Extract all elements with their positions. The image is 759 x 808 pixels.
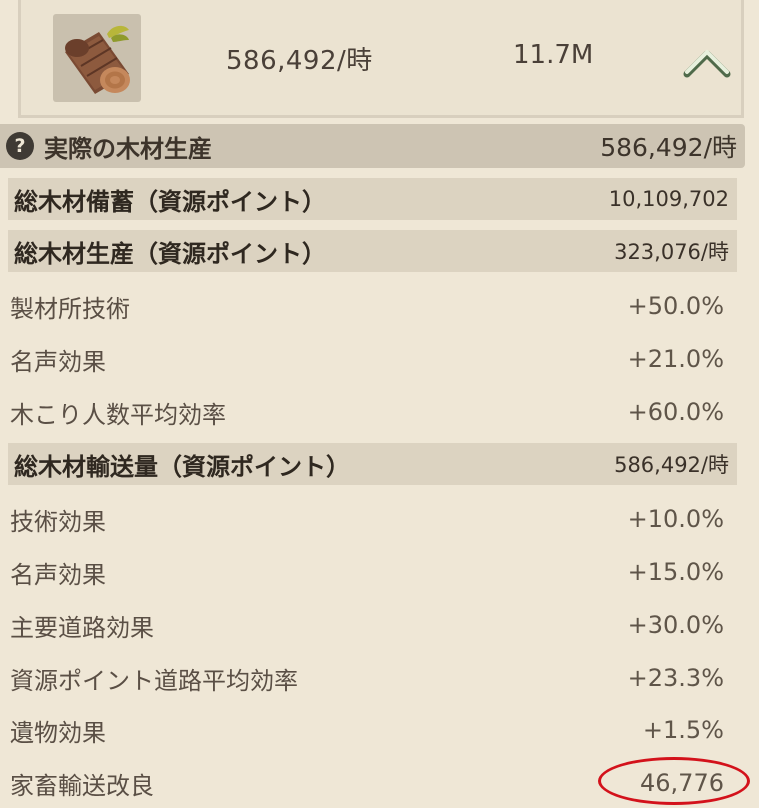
row-label: 総木材備蓄（資源ポイント） bbox=[14, 187, 326, 216]
row-value: 10,109,702 bbox=[608, 187, 729, 211]
row-label: 技術効果 bbox=[10, 507, 106, 536]
row-value: +1.5% bbox=[642, 716, 724, 744]
row-label: 主要道路効果 bbox=[10, 613, 154, 642]
list-item: 木こり人数平均効率 +60.0% bbox=[0, 389, 759, 435]
list-item: 家畜輸送改良 46,776 bbox=[0, 760, 759, 806]
production-rate: 586,492/時 bbox=[226, 46, 373, 76]
list-item: 主要道路効果 +30.0% bbox=[0, 602, 759, 648]
section-row-production: 総木材生産（資源ポイント） 323,076/時 bbox=[8, 230, 737, 272]
resource-header: 586,492/時 11.7M bbox=[18, 0, 744, 118]
row-label: 遺物効果 bbox=[10, 718, 106, 747]
row-label: 名声効果 bbox=[10, 560, 106, 589]
row-label: 総木材生産（資源ポイント） bbox=[14, 239, 326, 268]
row-value: +50.0% bbox=[627, 292, 724, 320]
wood-production-panel: 586,492/時 11.7M ? 実際の木材生産 586,492/時 総木材備… bbox=[0, 0, 759, 808]
row-value: +10.0% bbox=[627, 505, 724, 533]
stock-total: 11.7M bbox=[513, 40, 594, 70]
row-value: 46,776 bbox=[640, 769, 724, 797]
row-label: 家畜輸送改良 bbox=[10, 771, 154, 800]
list-item: 名声効果 +21.0% bbox=[0, 336, 759, 382]
list-item: 資源ポイント道路平均効率 +23.3% bbox=[0, 655, 759, 701]
row-value: +30.0% bbox=[627, 611, 724, 639]
row-label: 製材所技術 bbox=[10, 294, 130, 323]
row-value: +60.0% bbox=[627, 398, 724, 426]
list-item: 技術効果 +10.0% bbox=[0, 496, 759, 542]
section-row-transport: 総木材輸送量（資源ポイント） 586,492/時 bbox=[8, 443, 737, 485]
row-value: +23.3% bbox=[627, 664, 724, 692]
row-label: 総木材輸送量（資源ポイント） bbox=[14, 452, 350, 481]
list-item: 名声効果 +15.0% bbox=[0, 549, 759, 595]
actual-wood-production-row: ? 実際の木材生産 586,492/時 bbox=[0, 124, 745, 168]
list-item: 遺物効果 +1.5% bbox=[0, 707, 759, 753]
row-label: 名声効果 bbox=[10, 347, 106, 376]
collapse-button[interactable] bbox=[681, 36, 733, 86]
summary-label: 実際の木材生産 bbox=[44, 134, 212, 163]
wood-log-icon bbox=[53, 14, 141, 102]
row-value: 323,076/時 bbox=[614, 240, 729, 264]
row-label: 資源ポイント道路平均効率 bbox=[10, 666, 298, 695]
question-mark-icon[interactable]: ? bbox=[6, 132, 34, 160]
row-label: 木こり人数平均効率 bbox=[10, 400, 226, 429]
chevron-up-icon bbox=[683, 50, 731, 78]
section-row-stock: 総木材備蓄（資源ポイント） 10,109,702 bbox=[8, 178, 737, 220]
row-value: +15.0% bbox=[627, 558, 724, 586]
row-value: 586,492/時 bbox=[614, 453, 729, 477]
row-value: +21.0% bbox=[627, 345, 724, 373]
list-item: 製材所技術 +50.0% bbox=[0, 283, 759, 329]
summary-value: 586,492/時 bbox=[600, 133, 737, 162]
